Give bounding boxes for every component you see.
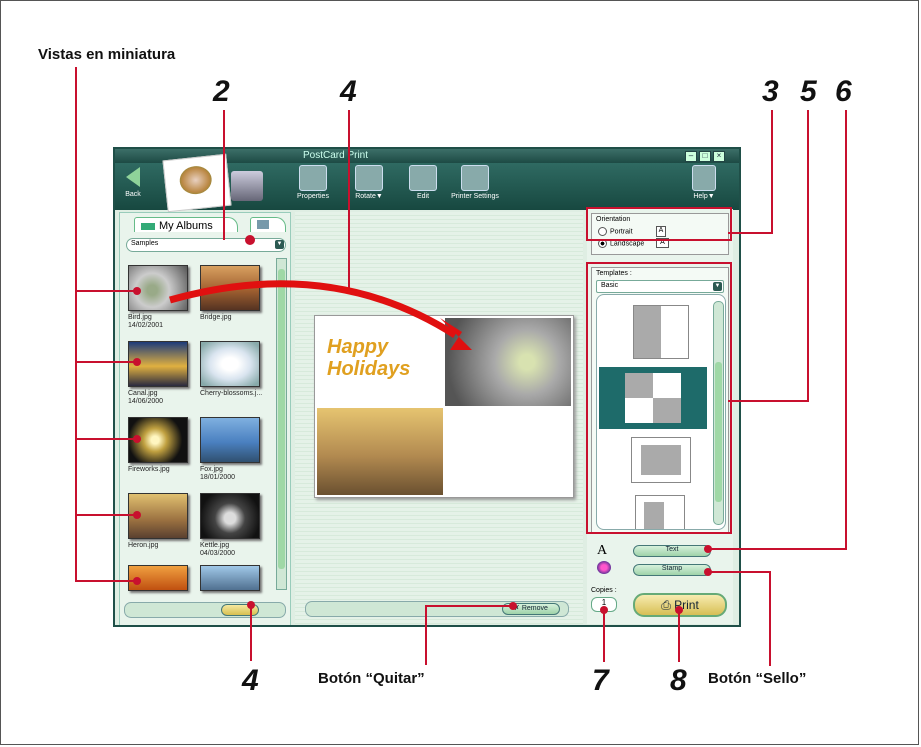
leader-dot	[133, 511, 141, 519]
leader-dot	[133, 435, 141, 443]
leader-dot	[704, 545, 712, 553]
leader-dot	[704, 568, 712, 576]
drag-arrow-overlay	[133, 235, 712, 614]
leader-dot	[509, 602, 517, 610]
leader-dot	[247, 601, 255, 609]
leader-dot	[133, 287, 141, 295]
leader-dot	[133, 577, 141, 585]
leader-dot	[133, 358, 141, 366]
leader-dot	[245, 235, 255, 245]
drag-arrowhead-icon	[440, 318, 472, 350]
leader-dot	[600, 606, 608, 614]
leader-dot	[675, 606, 683, 614]
drag-arrow-icon	[169, 280, 457, 338]
